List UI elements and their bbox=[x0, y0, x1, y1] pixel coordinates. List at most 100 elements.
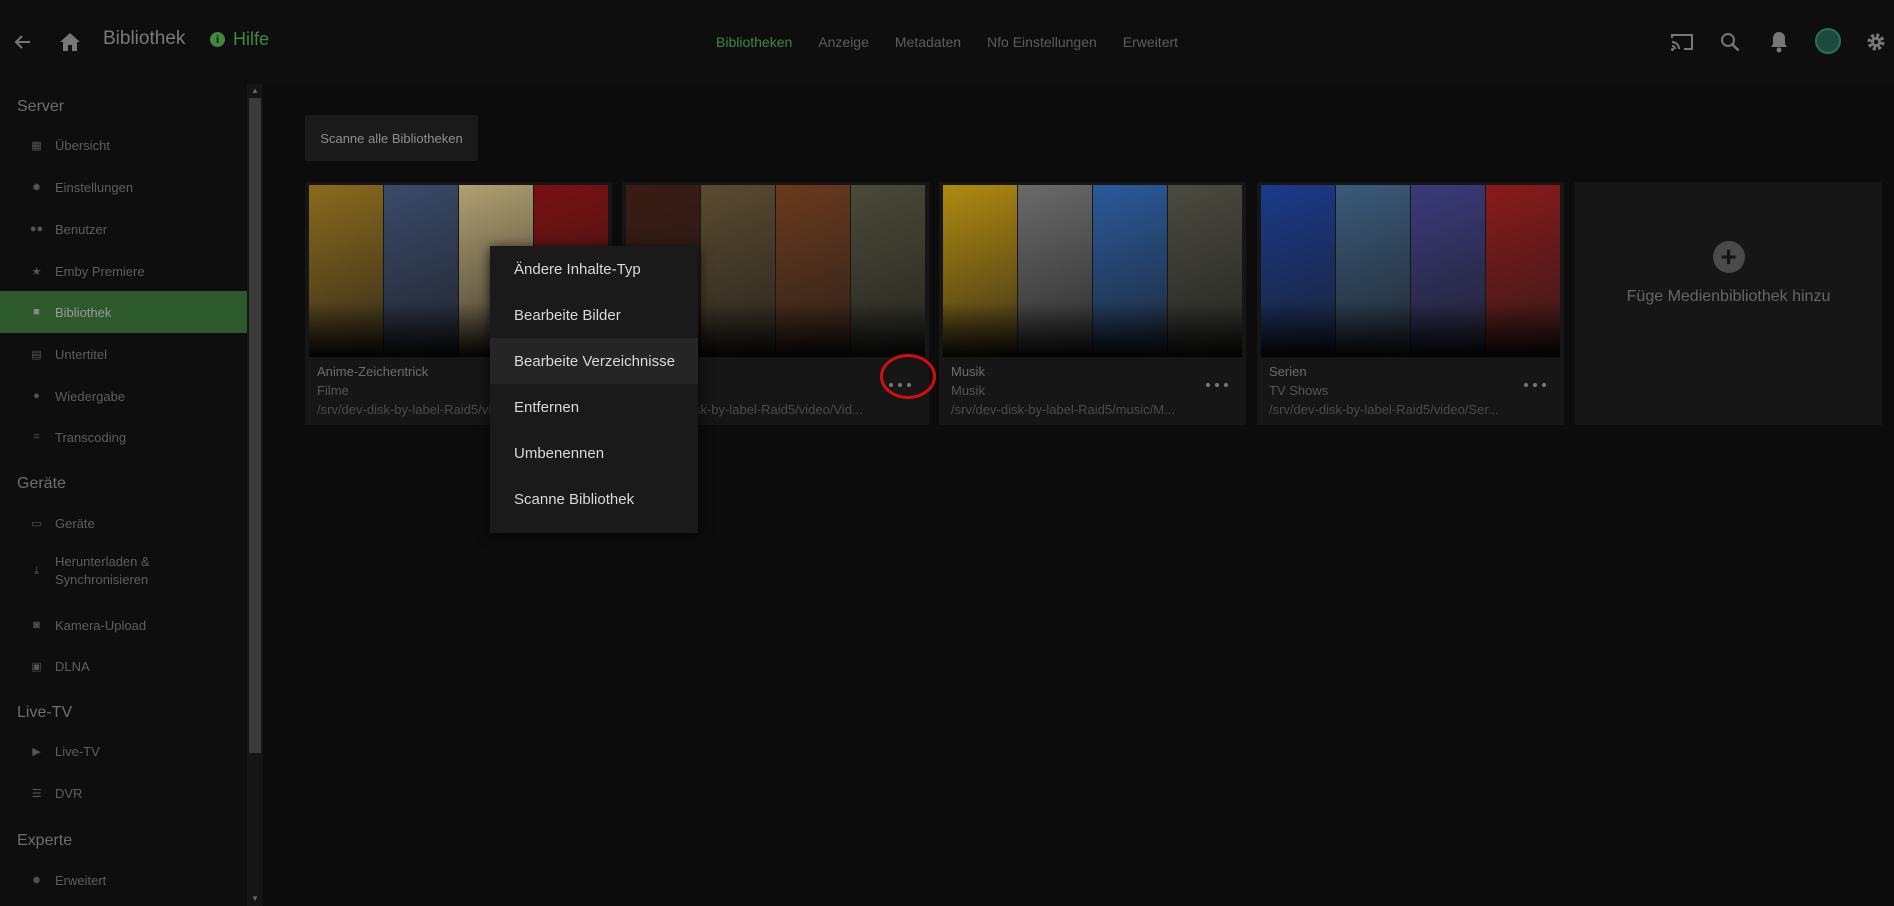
sidebar-item-dlna[interactable]: ▣ DLNA bbox=[0, 645, 247, 687]
tab-anzeige[interactable]: Anzeige bbox=[818, 34, 869, 50]
download-icon: ⤓ bbox=[34, 564, 39, 577]
sidebar: Server ▦ Übersicht ✹ Einstellungen ●● Be… bbox=[0, 84, 247, 906]
sidebar-item-erweitert[interactable]: ✹ Erweitert bbox=[0, 859, 247, 901]
play-circle-icon: ● bbox=[33, 390, 40, 402]
transform-icon: ⌗ bbox=[33, 430, 40, 443]
poster-image bbox=[1411, 185, 1485, 357]
folder-icon: ■ bbox=[33, 306, 40, 318]
poster-image bbox=[1336, 185, 1410, 357]
menu-item-change-content-type[interactable]: Ändere Inhalte-Typ bbox=[490, 246, 698, 292]
sidebar-item-wiedergabe[interactable]: ● Wiedergabe bbox=[0, 375, 247, 417]
sidebar-item-geraete[interactable]: ▭ Geräte bbox=[0, 502, 247, 544]
sidebar-item-label: Wiedergabe bbox=[55, 388, 126, 404]
search-icon[interactable] bbox=[1716, 28, 1744, 56]
poster-image bbox=[309, 185, 383, 357]
dvr-icon: ☰ bbox=[31, 787, 42, 800]
sidebar-item-label: Bibliothek bbox=[55, 304, 112, 320]
library-posters bbox=[943, 185, 1242, 357]
user-avatar[interactable] bbox=[1815, 28, 1841, 54]
more-options-icon[interactable] bbox=[1524, 378, 1546, 392]
menu-item-edit-folders[interactable]: Bearbeite Verzeichnisse bbox=[490, 338, 698, 384]
cast-icon[interactable] bbox=[1668, 28, 1696, 56]
sidebar-item-emby-premiere[interactable]: ★ Emby Premiere bbox=[0, 250, 247, 292]
library-context-menu: Ändere Inhalte-Typ Bearbeite Bilder Bear… bbox=[490, 246, 698, 533]
library-title: Serien bbox=[1269, 364, 1307, 379]
gear-icon: ✹ bbox=[31, 874, 42, 887]
cast-icon: ▣ bbox=[31, 660, 42, 673]
library-card-serien[interactable]: Serien TV Shows /srv/dev-disk-by-label-R… bbox=[1257, 182, 1564, 425]
library-path: /srv/dev-disk-by-label-Raid5/music/M... bbox=[951, 402, 1175, 417]
gear-icon: ✹ bbox=[31, 181, 42, 194]
tab-nfo-einstellungen[interactable]: Nfo Einstellungen bbox=[987, 34, 1097, 50]
sidebar-item-label-line2: Synchronisieren bbox=[55, 572, 149, 587]
poster-image bbox=[943, 185, 1017, 357]
library-title: Musik bbox=[951, 364, 985, 379]
poster-image bbox=[384, 185, 458, 357]
page-title: Bibliothek bbox=[103, 28, 186, 49]
sidebar-item-uebersicht[interactable]: ▦ Übersicht bbox=[0, 124, 247, 166]
sidebar-item-benutzer[interactable]: ●● Benutzer bbox=[0, 208, 247, 250]
menu-item-remove[interactable]: Entfernen bbox=[490, 384, 698, 430]
sidebar-item-transcoding[interactable]: ⌗ Transcoding bbox=[0, 416, 247, 458]
sidebar-section-experte: Experte bbox=[17, 832, 73, 849]
sidebar-item-label: Geräte bbox=[55, 515, 95, 531]
add-library-card[interactable]: + Füge Medienbibliothek hinzu bbox=[1575, 182, 1882, 425]
library-posters bbox=[1261, 185, 1560, 357]
library-card-musik[interactable]: Musik Musik /srv/dev-disk-by-label-Raid5… bbox=[939, 182, 1246, 425]
sidebar-item-herunterladen[interactable]: ⤓ Herunterladen & Synchronisieren bbox=[0, 546, 247, 596]
library-path: /srv/dev-disk-by-label-Raid5/video/Ser..… bbox=[1269, 402, 1499, 417]
help-link[interactable]: i Hilfe bbox=[210, 29, 269, 50]
sidebar-item-einstellungen[interactable]: ✹ Einstellungen bbox=[0, 166, 247, 208]
scroll-down-arrow-icon[interactable]: ▼ bbox=[250, 894, 260, 904]
tab-bibliotheken[interactable]: Bibliotheken bbox=[716, 34, 792, 50]
back-arrow-icon[interactable] bbox=[9, 28, 37, 56]
camera-icon: ◙ bbox=[33, 619, 40, 631]
tv-icon: ▶ bbox=[32, 745, 41, 758]
sidebar-item-untertitel[interactable]: ▤ Untertitel bbox=[0, 333, 247, 375]
tab-metadaten[interactable]: Metadaten bbox=[895, 34, 961, 50]
sidebar-item-kamera-upload[interactable]: ◙ Kamera-Upload bbox=[0, 604, 247, 646]
dashboard-icon: ▦ bbox=[31, 139, 42, 152]
info-icon: i bbox=[210, 32, 225, 47]
gear-icon[interactable] bbox=[1862, 28, 1890, 56]
people-icon: ●● bbox=[29, 223, 44, 235]
scrollbar-thumb[interactable] bbox=[249, 98, 261, 753]
poster-image bbox=[1168, 185, 1242, 357]
star-icon: ★ bbox=[31, 265, 42, 278]
subtitles-icon: ▤ bbox=[31, 348, 42, 361]
app-header: Bibliothek i Hilfe Bibliotheken Anzeige … bbox=[0, 0, 1894, 84]
menu-item-rename[interactable]: Umbenennen bbox=[490, 430, 698, 476]
sidebar-item-label: Herunterladen & bbox=[55, 554, 150, 569]
sidebar-item-live-tv[interactable]: ▶ Live-TV bbox=[0, 730, 247, 772]
sidebar-item-label: Emby Premiere bbox=[55, 263, 145, 279]
more-options-icon[interactable] bbox=[1206, 378, 1228, 392]
sidebar-scrollbar[interactable]: ▲ ▼ bbox=[247, 84, 263, 906]
sidebar-item-label: Einstellungen bbox=[55, 179, 134, 195]
sidebar-section-server: Server bbox=[17, 98, 65, 115]
sidebar-item-label: Kamera-Upload bbox=[55, 617, 147, 633]
tab-erweitert[interactable]: Erweitert bbox=[1123, 34, 1178, 50]
bell-icon[interactable] bbox=[1765, 28, 1793, 56]
annotation-highlight-circle bbox=[880, 354, 936, 399]
scan-all-libraries-button[interactable]: Scanne alle Bibliotheken bbox=[305, 115, 478, 161]
poster-image bbox=[1093, 185, 1167, 357]
sidebar-item-label: Erweitert bbox=[55, 872, 107, 888]
sidebar-item-label: Benutzer bbox=[55, 221, 108, 237]
poster-image bbox=[1261, 185, 1335, 357]
poster-image bbox=[1486, 185, 1560, 357]
add-library-label: Füge Medienbibliothek hinzu bbox=[1626, 288, 1831, 305]
poster-image bbox=[851, 185, 925, 357]
menu-item-edit-images[interactable]: Bearbeite Bilder bbox=[490, 292, 698, 338]
sidebar-item-label: Untertitel bbox=[55, 346, 108, 362]
library-type: Musik bbox=[951, 383, 985, 398]
settings-tabs: Bibliotheken Anzeige Metadaten Nfo Einst… bbox=[716, 34, 1178, 50]
sidebar-item-label: Live-TV bbox=[55, 743, 100, 759]
tablet-icon: ▭ bbox=[31, 517, 42, 530]
menu-item-scan-library[interactable]: Scanne Bibliothek bbox=[490, 476, 698, 522]
scroll-up-arrow-icon[interactable]: ▲ bbox=[250, 86, 260, 96]
poster-image bbox=[1018, 185, 1092, 357]
home-icon[interactable] bbox=[56, 28, 84, 56]
sidebar-item-dvr[interactable]: ☰ DVR bbox=[0, 772, 247, 814]
sidebar-item-bibliothek[interactable]: ■ Bibliothek bbox=[0, 291, 247, 333]
sidebar-item-label: DLNA bbox=[55, 658, 90, 674]
